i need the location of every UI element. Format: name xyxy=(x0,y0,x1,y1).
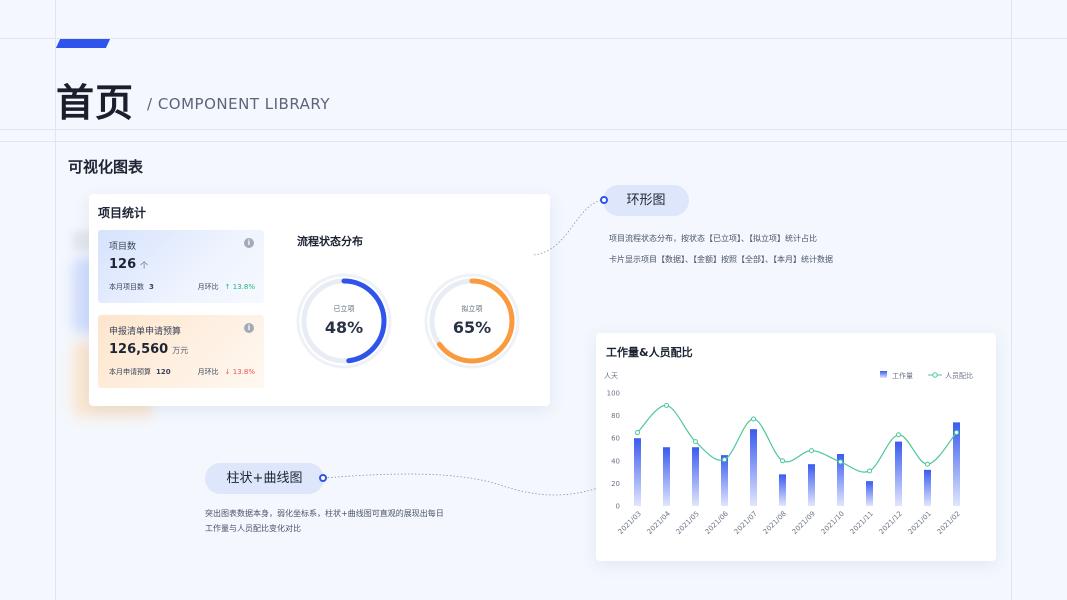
line-point xyxy=(635,430,640,436)
legend-label: 工作量 xyxy=(892,371,913,380)
line-point xyxy=(664,402,669,408)
bar xyxy=(663,447,670,506)
y-tick-label: 60 xyxy=(611,435,620,443)
x-tick-label: 2021/06 xyxy=(704,509,731,536)
project-stats-card: 项目统计 项目数 i 126 个 本月项目数 3 月环比 ↑ 13.8% 申报清单申请… xyxy=(89,194,550,406)
donut-value: 65% xyxy=(452,318,492,337)
legend-bar-swatch xyxy=(880,371,887,378)
description-line: 卡片显示项目【数据】、【金额】按照【全部】、【本月】统计数据 xyxy=(609,255,833,264)
x-tick-label: 2021/12 xyxy=(878,510,904,536)
stat-value: 126,560 万元 xyxy=(109,342,189,357)
donut-value: 48% xyxy=(324,318,364,337)
x-tick-label: 2021/02 xyxy=(936,510,962,536)
stat-foot: 本月申请预算 120 xyxy=(109,368,171,376)
x-tick-label: 2021/04 xyxy=(646,509,673,536)
trend-up-value: ↑ 13.8% xyxy=(224,283,255,291)
line-point xyxy=(809,448,814,454)
stat-unit: 个 xyxy=(140,261,149,270)
donut-chart-approved: 已立项 48% xyxy=(296,273,392,369)
page-subtitle: / COMPONENT LIBRARY xyxy=(147,95,331,113)
stat-label: 申报清单申请预算 xyxy=(109,327,182,337)
y-tick-label: 0 xyxy=(616,503,620,511)
x-tick-label: 2021/10 xyxy=(820,510,846,536)
stat-foot: 本月项目数 3 xyxy=(109,283,154,291)
legend-label: 人员配比 xyxy=(945,371,973,380)
card-title: 项目统计 xyxy=(98,206,147,220)
line-point xyxy=(722,457,727,463)
x-tick-label: 2021/01 xyxy=(907,510,933,536)
connector-dot xyxy=(319,474,327,482)
bar xyxy=(779,474,786,506)
stat-label: 项目数 xyxy=(109,242,137,252)
y-tick-label: 100 xyxy=(607,390,620,398)
connector-dot xyxy=(600,196,608,204)
bar-line-chart-pill[interactable]: 柱状+曲线图 xyxy=(205,463,324,494)
x-tick-label: 2021/05 xyxy=(675,510,701,536)
x-tick-label: 2021/09 xyxy=(791,510,817,536)
guide-line xyxy=(1011,0,1012,600)
stat-trend: 月环比 ↑ 13.8% xyxy=(197,283,255,291)
stat-unit: 万元 xyxy=(172,346,189,355)
page-title: 首页 xyxy=(56,81,135,125)
info-icon[interactable]: i xyxy=(244,238,254,248)
legend-line-swatch xyxy=(932,372,938,378)
series-line xyxy=(637,404,957,473)
bar xyxy=(866,481,873,506)
bar xyxy=(750,429,757,506)
workload-chart-card: 工作量&人员配比 人天 0 20 40 60 80 100 工作量 人员配比 2021/03 202… xyxy=(596,333,996,561)
x-tick-label: 2021/11 xyxy=(849,510,875,536)
stat-card-budget[interactable]: 申报清单申请预算 i 126,560 万元 本月申请预算 120 月环比 ↓ 13.8… xyxy=(98,315,264,388)
guide-line xyxy=(0,129,1067,130)
stat-value: 126 个 xyxy=(109,257,149,272)
donut-label: 已立项 xyxy=(333,305,355,313)
stat-card-projects[interactable]: 项目数 i 126 个 本月项目数 3 月环比 ↑ 13.8% xyxy=(98,230,264,303)
bar xyxy=(721,455,728,506)
bar-description: 突出图表数据本身，弱化坐标系，柱状+曲线图可直观的展现出每日 工作量与人员配比变… xyxy=(205,506,444,536)
ring-chart-pill[interactable]: 环形图 xyxy=(603,185,689,216)
bar xyxy=(808,464,815,506)
line-point xyxy=(867,468,872,474)
guide-line xyxy=(0,38,1067,39)
trend-down-value: ↓ 13.8% xyxy=(224,368,255,376)
accent-bar xyxy=(55,39,111,48)
y-tick-label: 80 xyxy=(611,412,620,420)
line-point xyxy=(780,458,785,464)
ring-description: 项目流程状态分布，按状态【已立项】、【拟立项】统计占比 卡片显示项目【数据】、【… xyxy=(609,228,833,270)
x-tick-label: 2021/07 xyxy=(733,510,759,536)
y-axis-title: 人天 xyxy=(604,372,618,380)
donut-chart-planned: 拟立项 65% xyxy=(424,273,520,369)
section-title: 可视化图表 xyxy=(68,158,144,176)
workload-chart: 人天020406080100工作量 人员配比2021/03 2021/04 2021/… xyxy=(604,371,973,536)
info-icon[interactable]: i xyxy=(244,323,254,333)
line-point xyxy=(838,459,843,465)
x-tick-label: 2021/03 xyxy=(617,510,643,536)
bar xyxy=(895,441,902,506)
line-point xyxy=(693,439,698,445)
bar xyxy=(634,438,641,506)
y-tick-label: 40 xyxy=(611,457,620,465)
description-line: 工作量与人员配比变化对比 xyxy=(205,524,301,533)
guide-line xyxy=(0,141,1067,142)
x-tick-label: 2021/08 xyxy=(762,510,788,536)
bar xyxy=(692,447,699,506)
description-line: 项目流程状态分布，按状态【已立项】、【拟立项】统计占比 xyxy=(609,234,817,243)
donut-label: 拟立项 xyxy=(461,305,483,313)
y-tick-label: 20 xyxy=(611,480,620,488)
line-point xyxy=(954,430,959,436)
stat-trend: 月环比 ↓ 13.8% xyxy=(197,368,255,376)
line-point xyxy=(925,461,930,467)
line-point xyxy=(751,416,756,422)
line-point xyxy=(896,432,901,438)
description-line: 突出图表数据本身，弱化坐标系，柱状+曲线图可直观的展现出每日 xyxy=(205,509,444,518)
bar xyxy=(924,469,931,506)
flow-status-title: 流程状态分布 xyxy=(297,235,363,248)
